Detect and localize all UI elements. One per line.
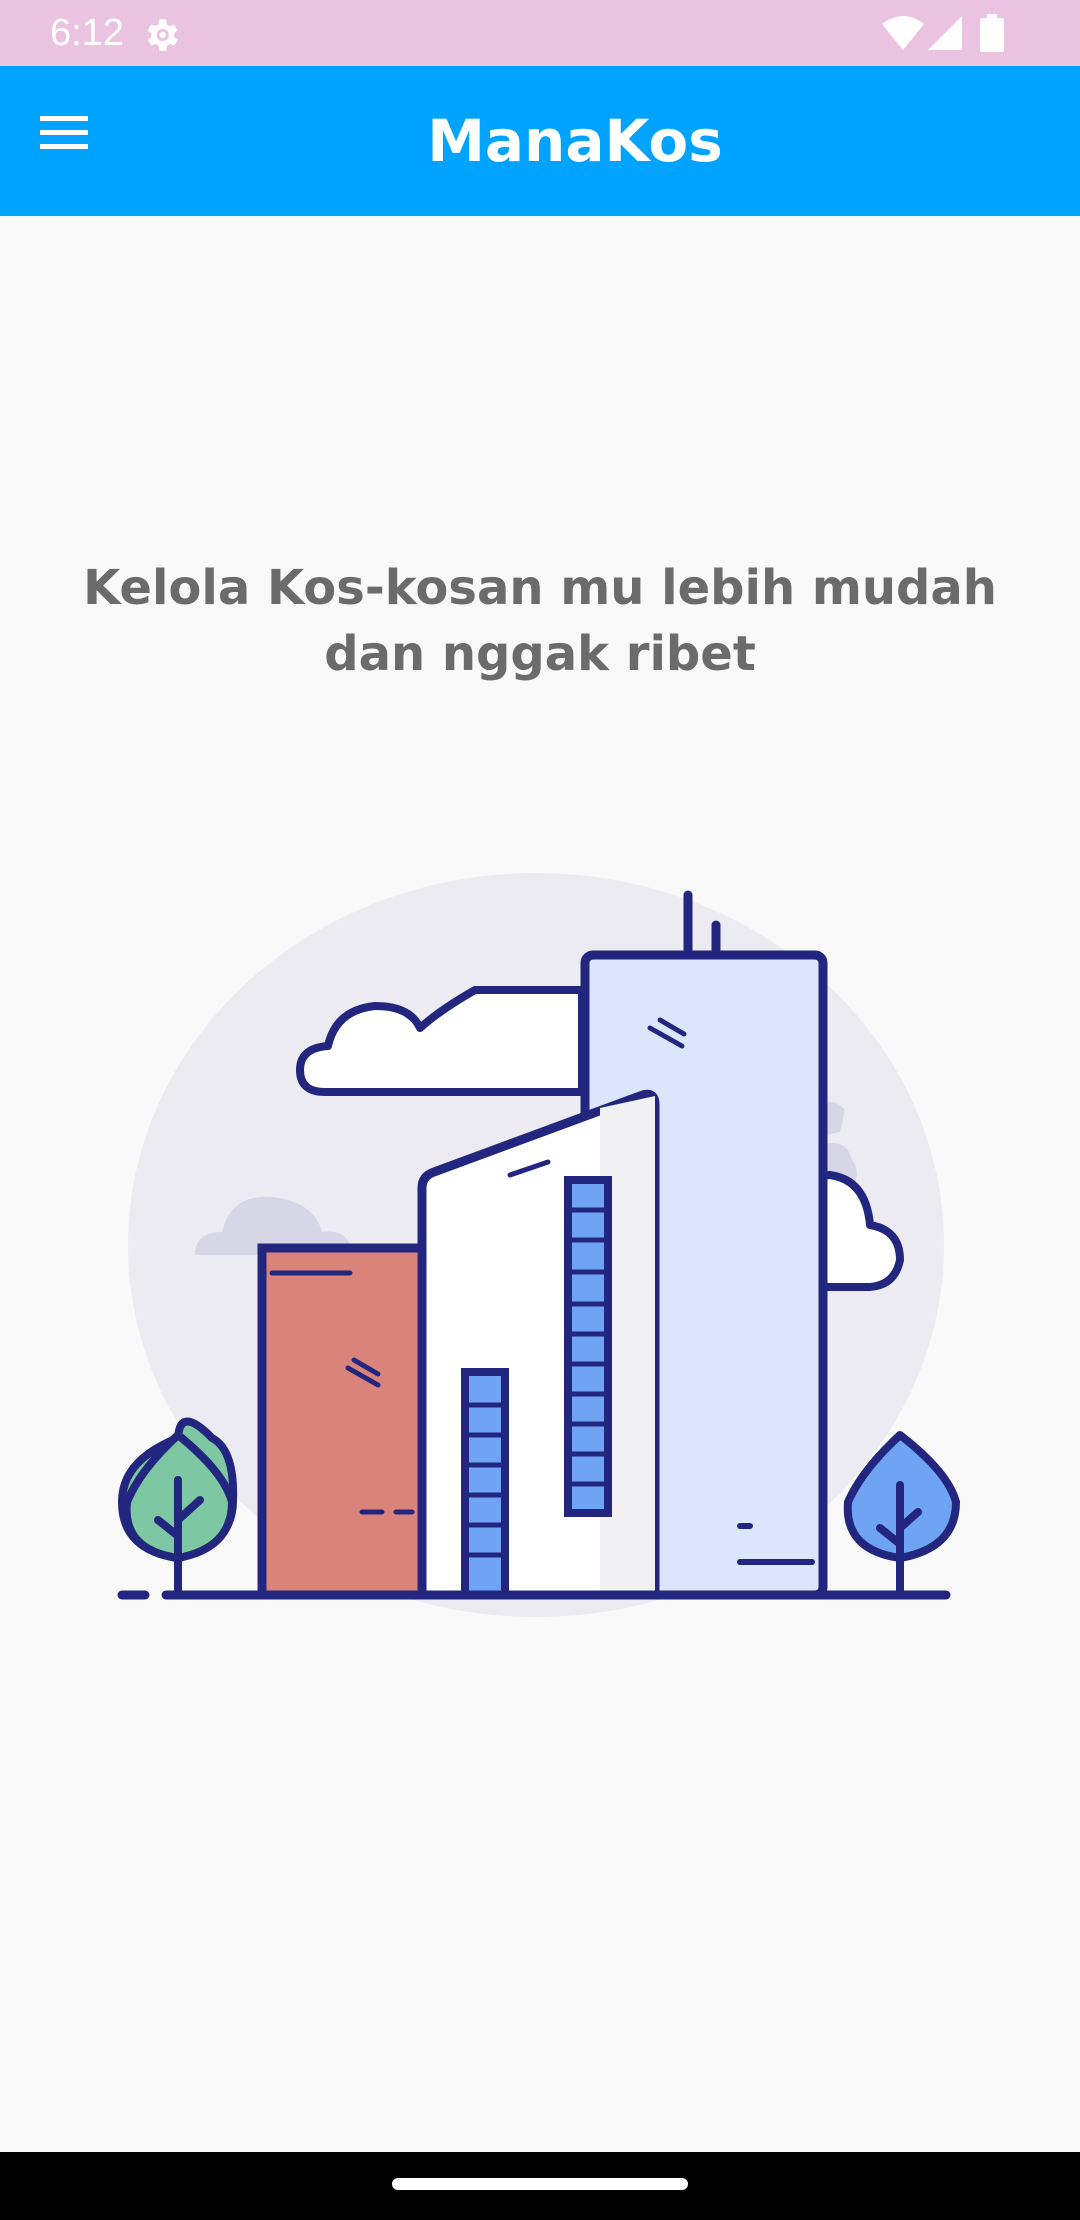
home-handle[interactable] (392, 2178, 688, 2190)
city-buildings-illustration (117, 873, 960, 1617)
navigation-bar (0, 2152, 1080, 2220)
battery-icon (980, 14, 1004, 52)
app-title: ManaKos (427, 107, 723, 175)
status-bar: 6:12 (0, 0, 1080, 66)
status-time: 6:12 (50, 12, 124, 54)
app-bar: ManaKos (0, 66, 1080, 216)
signal-icon (928, 16, 962, 50)
tagline-text: Kelola Kos-kosan mu lebih mudah dan ngga… (83, 560, 997, 682)
gear-icon (147, 19, 178, 51)
wifi-icon (882, 16, 924, 50)
